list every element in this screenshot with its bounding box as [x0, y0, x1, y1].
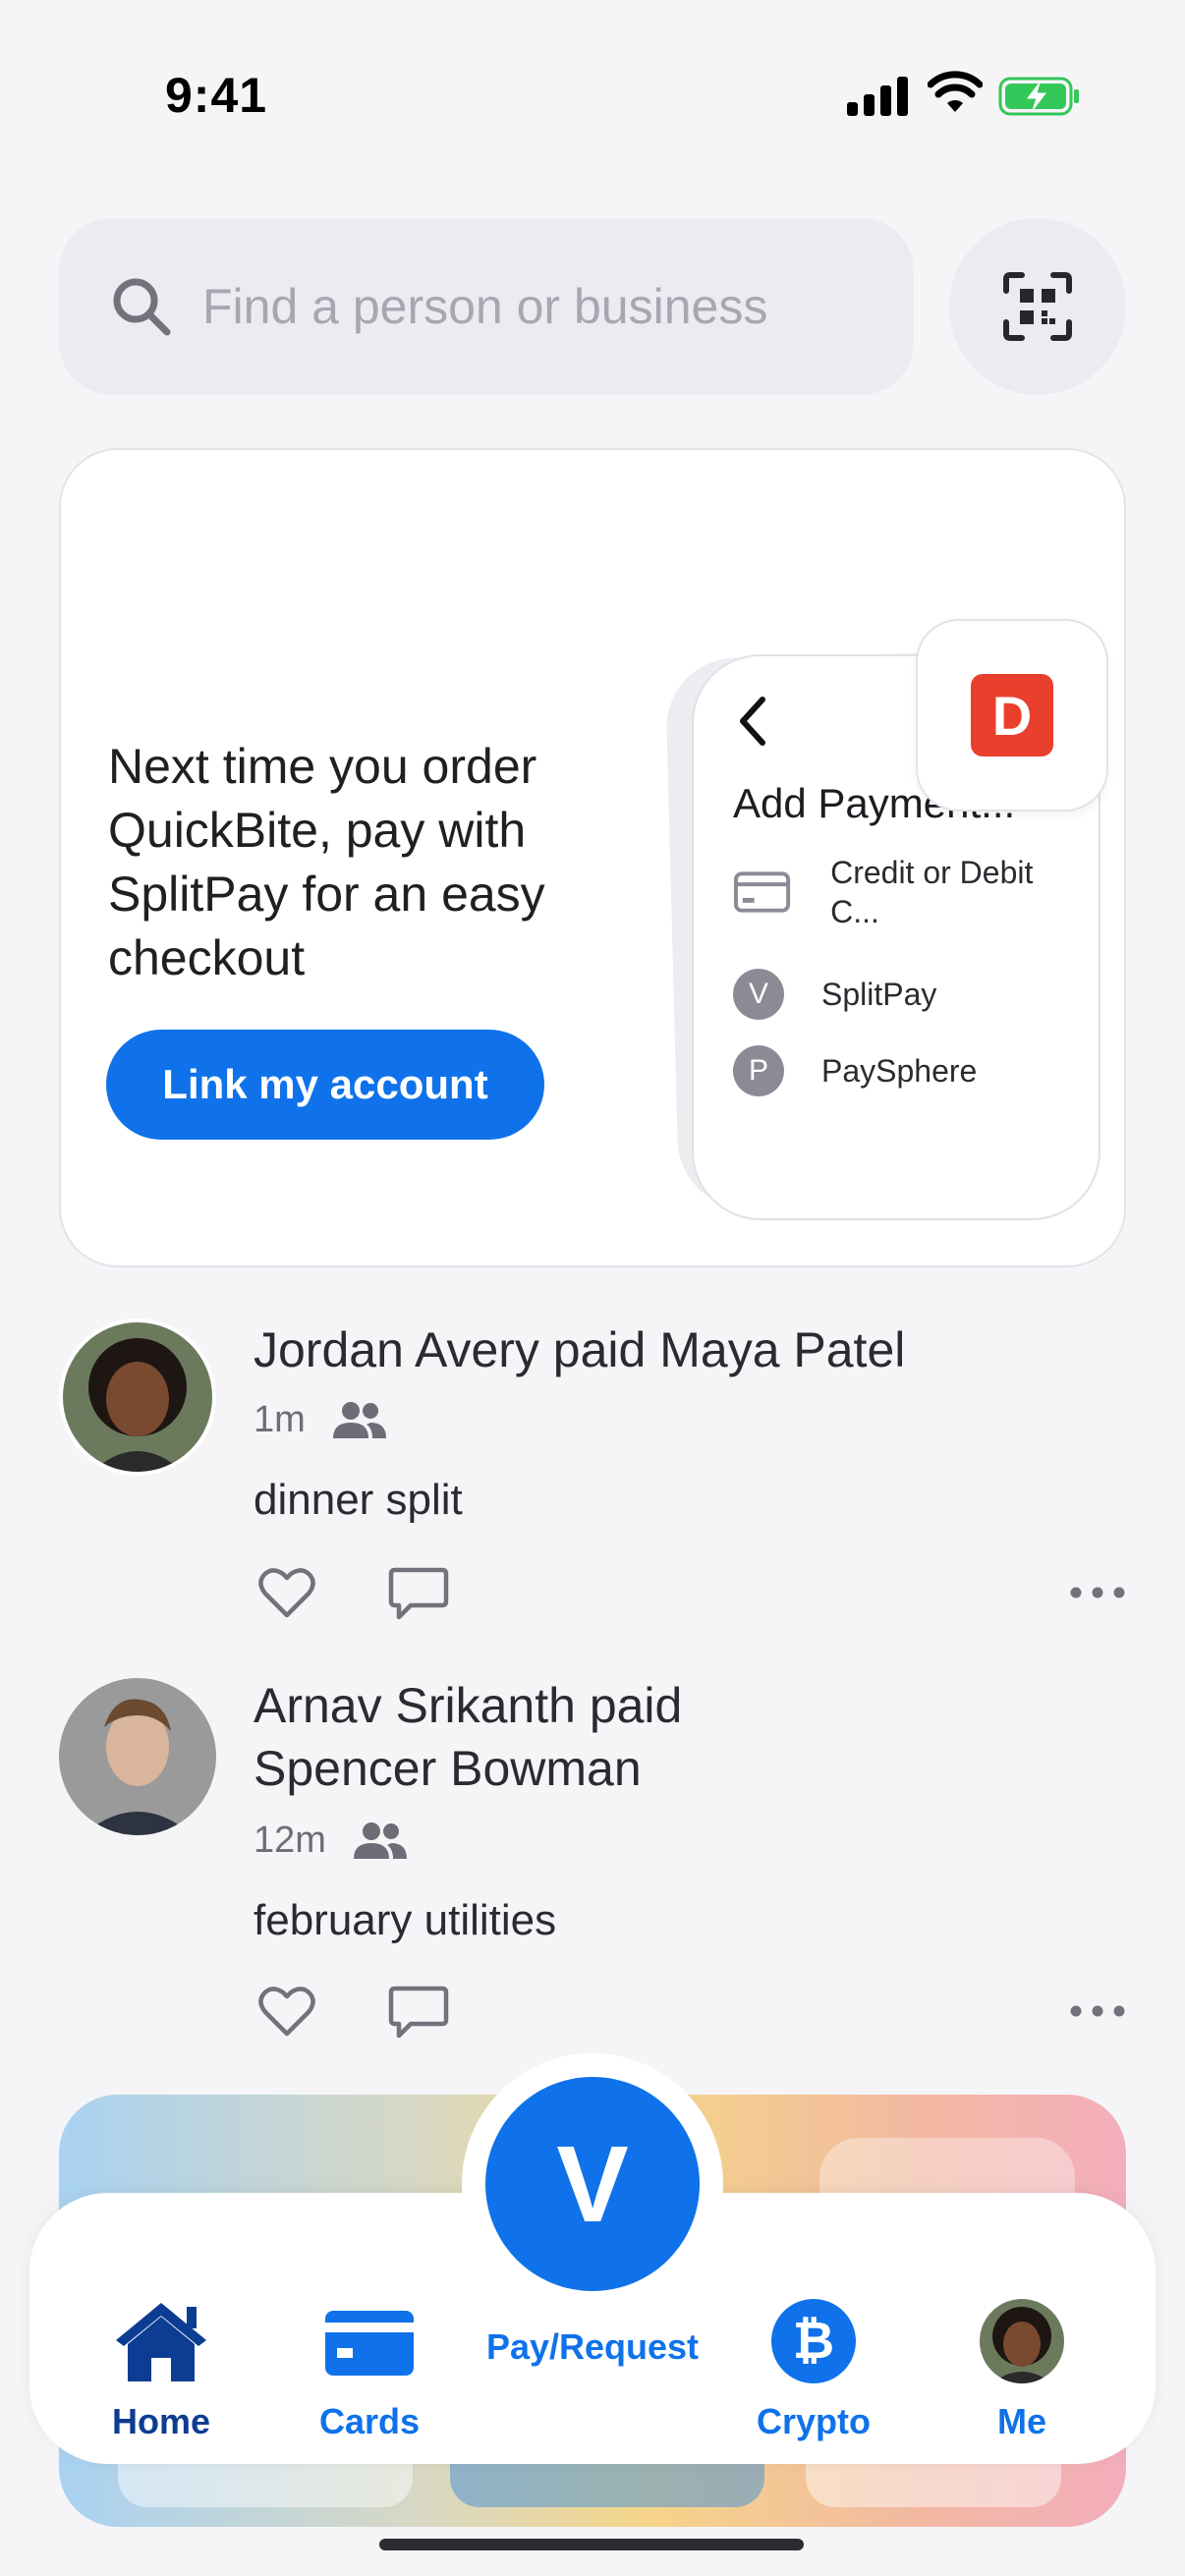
friends-audience-icon [332, 1401, 386, 1438]
search-bar[interactable]: Find a person or business [59, 218, 914, 395]
paysphere-badge: P [733, 1045, 784, 1096]
tab-crypto[interactable]: ₿ Crypto [715, 2299, 912, 2442]
battery-charging-icon [998, 77, 1079, 116]
qr-scan-icon [1003, 272, 1072, 341]
quickbite-logo: D [971, 674, 1053, 756]
heart-icon[interactable] [255, 1981, 318, 2044]
tab-label-pay-request[interactable]: Pay/Request [462, 2326, 723, 2368]
cellular-signal-icon [847, 77, 908, 116]
tab-cards[interactable]: Cards [271, 2299, 468, 2442]
mock-option-label: SplitPay [821, 977, 937, 1012]
credit-card-icon [733, 871, 791, 913]
tab-label: Cards [318, 2401, 421, 2441]
feed-item-title: Jordan Avery paid Maya Patel [254, 1322, 906, 1377]
mock-option-splitpay: V SplitPay [733, 969, 1087, 1020]
pay-request-button[interactable]: V [462, 2053, 723, 2315]
home-indicator [379, 2539, 804, 2550]
home-icon [116, 2303, 206, 2381]
tab-home[interactable]: Home [63, 2299, 259, 2442]
feed-item-meta: 12m [254, 1820, 409, 1862]
comment-icon[interactable] [387, 1981, 450, 2044]
more-options-icon[interactable] [1069, 1586, 1126, 1599]
qr-scan-button[interactable] [949, 218, 1126, 395]
promo-card: Next time you order QuickBite, pay with … [59, 448, 1126, 1267]
avatar [980, 2299, 1064, 2383]
mock-option-card: Credit or Debit C... [733, 853, 1087, 931]
feed-item-time: 12m [254, 1820, 326, 1861]
avatar-photo [63, 1322, 212, 1472]
feed-item-note: dinner split [254, 1476, 463, 1524]
tab-label: Home [111, 2401, 211, 2441]
search-icon [113, 278, 171, 336]
feed-item-meta: 1m [254, 1399, 388, 1441]
mock-option-label: PaySphere [821, 1053, 978, 1089]
avatar[interactable] [59, 1678, 216, 1835]
comment-icon[interactable] [387, 1562, 450, 1625]
venmo-v-icon: V [485, 2077, 700, 2291]
tab-label: Crypto [757, 2401, 871, 2441]
card-icon [325, 2311, 414, 2376]
promo-text: Next time you order QuickBite, pay with … [108, 739, 545, 985]
splitpay-badge: V [733, 969, 784, 1020]
feed-item-time: 1m [254, 1399, 306, 1440]
heart-icon[interactable] [255, 1562, 318, 1625]
chevron-left-icon [740, 697, 765, 746]
more-options-icon[interactable] [1069, 2004, 1126, 2018]
link-account-button[interactable]: Link my account [106, 1030, 544, 1140]
quickbite-app-tile: D [916, 619, 1108, 812]
status-time: 9:41 [165, 68, 268, 123]
search-placeholder[interactable]: Find a person or business [202, 278, 767, 335]
tab-label: Me [996, 2401, 1046, 2441]
avatar[interactable] [59, 1318, 216, 1476]
feed-item-title: Arnav Srikanth paid Spencer Bowman [254, 1678, 683, 1796]
friends-audience-icon [353, 1821, 407, 1859]
avatar-photo [59, 1678, 216, 1835]
bitcoin-icon: ₿ [771, 2299, 856, 2383]
wifi-icon [928, 71, 983, 112]
feed-item-note: february utilities [254, 1896, 557, 1944]
mock-option-paysphere: P PaySphere [733, 1045, 1087, 1096]
tab-me[interactable]: Me [924, 2299, 1120, 2442]
mock-option-label: Credit or Debit C... [830, 855, 1034, 929]
